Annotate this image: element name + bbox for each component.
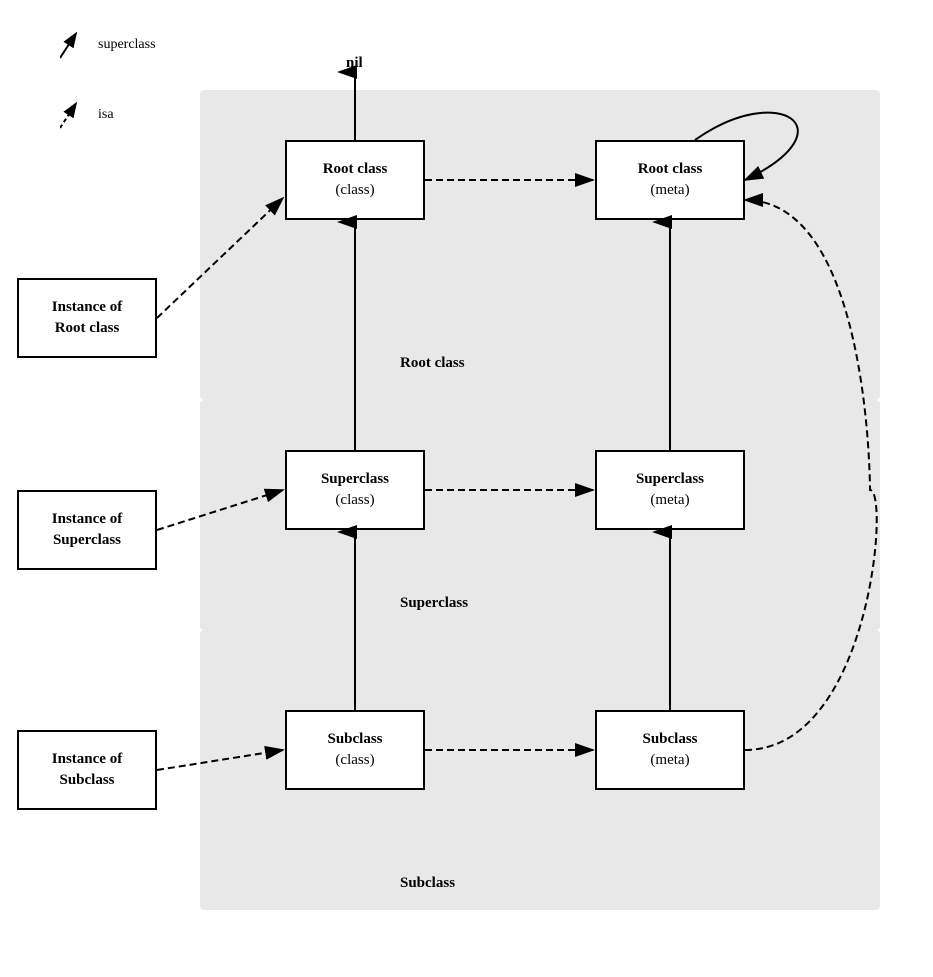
nil-label: nil [346, 55, 363, 72]
instance-subclass-box: Instance of Subclass [17, 730, 157, 810]
subclass-region-label: Subclass [400, 875, 455, 892]
diagram-container: superclass isa Root class Superclass Sub… [0, 0, 933, 977]
superclass-region-label: Superclass [400, 595, 468, 612]
legend-isa: isa [60, 100, 114, 130]
superclass-class-box: Superclass (class) [285, 450, 425, 530]
root-meta-box: Root class (meta) [595, 140, 745, 220]
root-class-box: Root class (class) [285, 140, 425, 220]
superclass-label: superclass [98, 37, 156, 53]
isa-label: isa [98, 107, 114, 123]
instance-root-box: Instance of Root class [17, 278, 157, 358]
legend-superclass: superclass [60, 30, 156, 60]
subclass-class-box: Subclass (class) [285, 710, 425, 790]
root-region-label: Root class [400, 355, 465, 372]
superclass-meta-box: Superclass (meta) [595, 450, 745, 530]
subclass-meta-box: Subclass (meta) [595, 710, 745, 790]
root-region [200, 90, 880, 400]
instance-superclass-box: Instance of Superclass [17, 490, 157, 570]
